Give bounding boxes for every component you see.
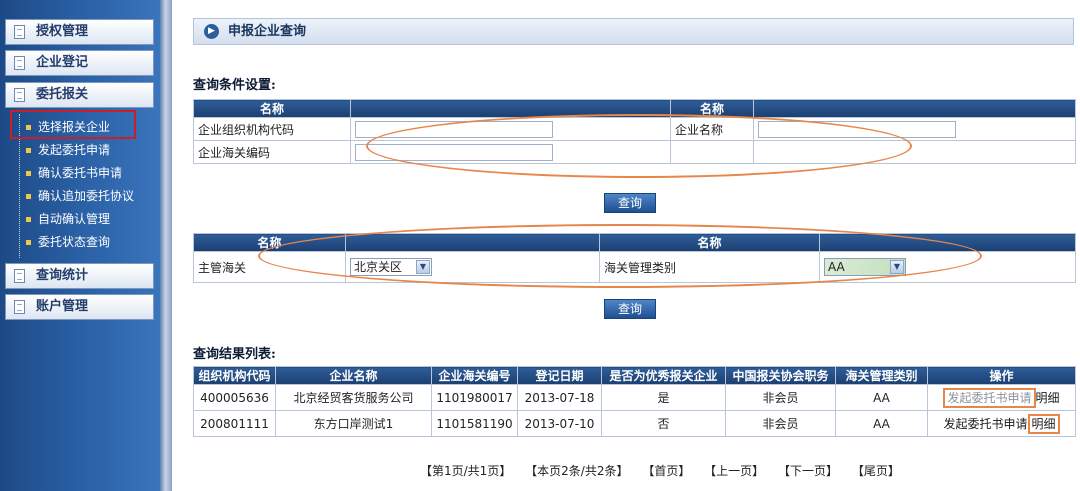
last-page-link[interactable]: 【尾页】 xyxy=(852,464,900,478)
nav-label: 委托报关 xyxy=(36,87,89,102)
page-indicator: 【第1页/共1页】 xyxy=(420,464,512,478)
results-section-label: 查询结果列表: xyxy=(193,347,276,362)
column-header: 操作 xyxy=(927,366,1076,385)
column-header: 名称 xyxy=(599,233,820,252)
enterprise-name-cell xyxy=(753,117,1076,141)
pagination: 【第1页/共1页】 【本页2条/共2条】 【首页】 【上一页】 【下一页】 【尾… xyxy=(420,462,910,479)
query-table-2: 名称 名称 主管海关 北京关区 ▼ 海关管理类别 AA ▼ xyxy=(193,233,1076,283)
column-header-blank xyxy=(345,233,600,252)
detail-link[interactable]: 明细 xyxy=(1036,391,1060,405)
column-header: 名称 xyxy=(193,233,346,252)
selected-item-highlight xyxy=(10,110,136,139)
page-title: 申报企业查询 xyxy=(228,24,307,39)
chevron-down-icon: ▼ xyxy=(890,260,904,274)
mgmt-select-value: AA xyxy=(828,260,845,274)
sidebar: 授权管理 企业登记 委托报关 选择报关企业 发起委托申请 确认委托书申请 确认追… xyxy=(0,0,160,491)
customs-code-input[interactable] xyxy=(355,143,553,161)
document-icon xyxy=(14,56,25,70)
bullet-icon xyxy=(26,194,31,199)
mgmt-category-value: AA xyxy=(835,410,928,437)
association-role-value: 非会员 xyxy=(725,384,836,411)
query-button-1[interactable]: 查询 xyxy=(604,193,656,213)
customs-select-cell: 北京关区 ▼ xyxy=(345,251,600,283)
sidebar-divider xyxy=(160,0,172,491)
enterprise-name-label: 企业名称 xyxy=(670,117,754,141)
customs-code-label: 企业海关编码 xyxy=(193,140,351,164)
association-role-value: 非会员 xyxy=(725,410,836,437)
column-header: 企业名称 xyxy=(275,366,432,385)
org-code-input[interactable] xyxy=(355,120,553,138)
nav-label: 查询统计 xyxy=(36,268,89,283)
customs-code-cell xyxy=(350,140,671,164)
customs-select-value: 北京关区 xyxy=(354,260,403,274)
column-header: 企业海关编号 xyxy=(431,366,518,385)
detail-link[interactable]: 明细 xyxy=(1027,414,1060,434)
mgmt-category-select[interactable]: AA ▼ xyxy=(824,258,906,276)
nav-label: 账户管理 xyxy=(36,299,89,314)
document-icon xyxy=(14,88,25,102)
nav-enterprise-registration[interactable]: 企业登记 xyxy=(5,50,154,76)
initiate-request-link[interactable]: 发起委托书申请 xyxy=(943,388,1036,408)
initiate-request-link[interactable]: 发起委托书申请 xyxy=(943,417,1027,431)
customs-code-value: 1101980017 xyxy=(431,384,518,411)
action-cell: 发起委托书申请 明细 xyxy=(927,410,1076,437)
first-page-link[interactable]: 【首页】 xyxy=(642,464,690,478)
column-header: 名称 xyxy=(193,99,351,118)
customs-code-value: 1101581190 xyxy=(431,410,518,437)
page-title-bar: ▶ 申报企业查询 xyxy=(193,18,1074,45)
action-cell: 发起委托书申请 明细 xyxy=(927,384,1076,411)
column-header: 中国报关协会职务 xyxy=(725,366,836,385)
reg-date-value: 2013-07-18 xyxy=(517,384,602,411)
query-section-label: 查询条件设置: xyxy=(193,78,276,93)
nav-authorization[interactable]: 授权管理 xyxy=(5,19,154,45)
column-header-blank xyxy=(350,99,671,118)
bullet-icon xyxy=(26,171,31,176)
column-header: 海关管理类别 xyxy=(835,366,928,385)
nav-label: 企业登记 xyxy=(36,55,89,70)
org-code-cell xyxy=(350,117,671,141)
org-code-label: 企业组织机构代码 xyxy=(193,117,351,141)
org-code-value: 200801111 xyxy=(193,410,276,437)
column-header-blank xyxy=(819,233,1076,252)
enterprise-name-input[interactable] xyxy=(758,120,956,138)
arrow-circle-icon: ▶ xyxy=(204,24,219,39)
mgmt-category-label: 海关管理类别 xyxy=(599,251,820,283)
mgmt-category-value: AA xyxy=(835,384,928,411)
org-code-value: 400005636 xyxy=(193,384,276,411)
reg-date-value: 2013-07-10 xyxy=(517,410,602,437)
nav-account-management[interactable]: 账户管理 xyxy=(5,294,154,320)
document-icon xyxy=(14,25,25,39)
query-table-1: 名称 名称 企业组织机构代码 企业名称 企业海关编码 xyxy=(193,99,1076,164)
column-header: 登记日期 xyxy=(517,366,602,385)
next-page-link[interactable]: 【下一页】 xyxy=(778,464,838,478)
enterprise-name-value: 北京经贸客货服务公司 xyxy=(275,384,432,411)
column-header: 组织机构代码 xyxy=(193,366,276,385)
empty-cell xyxy=(670,140,754,164)
results-table: 组织机构代码 企业名称 企业海关编号 登记日期 是否为优秀报关企业 中国报关协会… xyxy=(193,366,1076,437)
bullet-icon xyxy=(26,148,31,153)
nav-query-statistics[interactable]: 查询统计 xyxy=(5,263,154,289)
table-row: 400005636 北京经贸客货服务公司 1101980017 2013-07-… xyxy=(193,384,1076,411)
bullet-icon xyxy=(26,217,31,222)
document-icon xyxy=(14,269,25,283)
customs-label: 主管海关 xyxy=(193,251,346,283)
nav-label: 授权管理 xyxy=(36,24,89,39)
empty-cell xyxy=(753,140,1076,164)
query-button-2[interactable]: 查询 xyxy=(604,299,656,319)
column-header-blank xyxy=(753,99,1076,118)
table-row: 200801111 东方口岸测试1 1101581190 2013-07-10 … xyxy=(193,410,1076,437)
mgmt-select-cell: AA ▼ xyxy=(819,251,1076,283)
customs-select[interactable]: 北京关区 ▼ xyxy=(350,258,432,276)
document-icon xyxy=(14,300,25,314)
column-header: 是否为优秀报关企业 xyxy=(601,366,726,385)
enterprise-name-value: 东方口岸测试1 xyxy=(275,410,432,437)
bullet-icon xyxy=(26,240,31,245)
nav-entrusted-declaration[interactable]: 委托报关 xyxy=(5,82,154,108)
record-count: 【本页2条/共2条】 xyxy=(525,464,629,478)
excellent-value: 否 xyxy=(601,410,726,437)
chevron-down-icon: ▼ xyxy=(416,260,430,274)
excellent-value: 是 xyxy=(601,384,726,411)
column-header: 名称 xyxy=(670,99,754,118)
prev-page-link[interactable]: 【上一页】 xyxy=(704,464,764,478)
